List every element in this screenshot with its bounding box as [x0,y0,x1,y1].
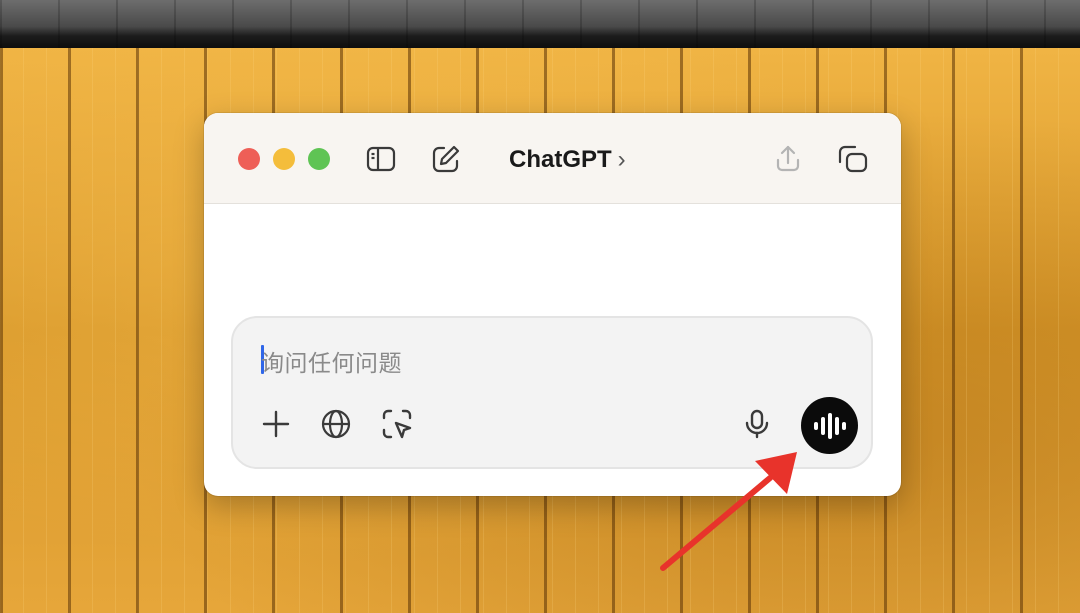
annotation-arrow [660,452,797,571]
